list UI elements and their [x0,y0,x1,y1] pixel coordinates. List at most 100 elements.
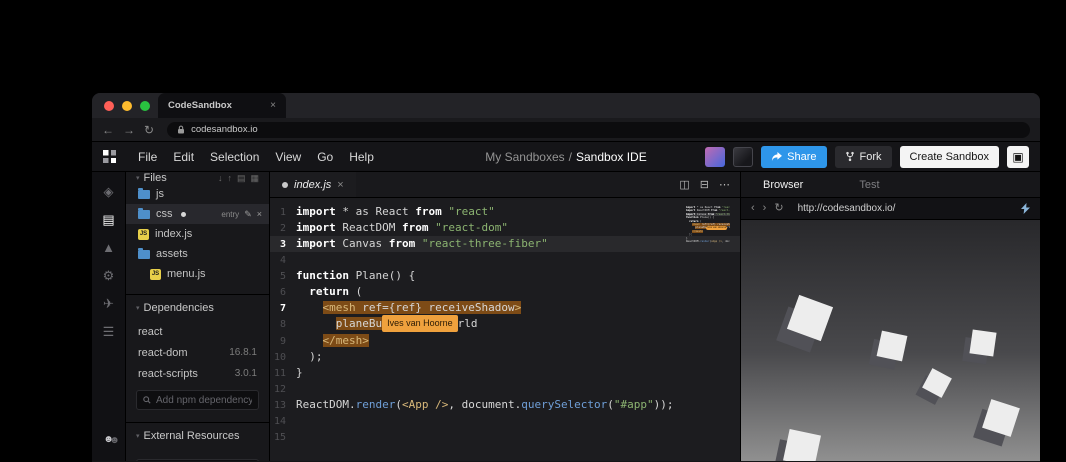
files-header[interactable]: ▾ Files ↓ ↑ ▤ ▦ [126,172,269,184]
file-explorer-icon[interactable]: ▤ [102,213,114,226]
line-number: 15 [273,432,286,443]
edit-icon[interactable]: ✎ [244,209,252,219]
preview-layout-icon[interactable]: ⊟ [700,178,709,191]
menu-item-help[interactable]: Help [349,150,374,164]
menu-item-edit[interactable]: Edit [173,150,194,164]
live-users-icon[interactable]: ☻ [103,435,114,445]
tree-file-menu-js[interactable]: JS menu.js [126,264,269,284]
activity-bar: ◈ ▤ ▲ ⚙ ✈ ☰ ☻ [92,172,126,461]
chevron-down-icon: ▾ [136,175,140,182]
scene-cube [915,367,953,405]
code-token: "#app" [613,398,654,411]
dependency-list: react react-dom 16.8.1 react-scripts 3.0.1 [126,321,269,384]
code-token: document. [461,398,522,411]
editor-tab-close-icon[interactable]: × [337,179,343,191]
browser-tab[interactable]: CodeSandbox × [158,93,286,118]
menu-item-file[interactable]: File [138,150,157,164]
preview-tab-bar: Browser Test [741,172,1040,198]
collab-cursor-label: Ives van Hoorne [382,315,458,332]
code-token: , [448,398,462,411]
menu-item-selection[interactable]: Selection [210,150,259,164]
breadcrumb-parent[interactable]: My Sandboxes [485,150,564,164]
scene-cube [868,330,907,371]
files-header-label: Files [143,172,167,184]
code-token: ref={ref} receiveShadow [355,301,515,314]
dependencies-header[interactable]: ▾ Dependencies [126,295,269,321]
server-icon[interactable]: ☰ [103,325,115,338]
chevron-down-icon: ▾ [136,433,140,440]
fork-button[interactable]: Fork [834,145,892,168]
deployment-plane-icon[interactable]: ✈ [103,297,114,310]
sort-desc-icon[interactable]: ↓ [218,173,223,183]
settings-gear-icon[interactable]: ⚙ [103,269,115,282]
new-file-icon[interactable]: ▤ [237,173,246,183]
code-token: "react" [448,205,495,218]
code-token: "react-dom" [435,221,508,234]
avatar[interactable] [705,146,726,167]
create-sandbox-button[interactable]: Create Sandbox [899,145,999,168]
new-folder-icon[interactable]: ▦ [250,173,259,183]
tree-folder-js[interactable]: js [126,184,269,204]
external-resources-section: ▾ External Resources [126,422,269,461]
editor-tab-indexjs[interactable]: index.js × [270,172,356,197]
delete-icon[interactable]: × [257,209,262,219]
dependency-row-react[interactable]: react [126,321,269,342]
preview-tab-browser[interactable]: Browser [763,179,803,191]
embed-button[interactable]: ▣ [1007,145,1029,168]
code-line: 6 return ( [270,284,740,300]
line-number: 14 [273,416,286,427]
editor-tab-bar: index.js × ◫ ⊟ ⋯ [270,172,740,198]
code-token: function [296,269,349,282]
sort-asc-icon[interactable]: ↑ [227,173,232,183]
menu-item-go[interactable]: Go [317,150,333,164]
minimize-window-button[interactable] [122,100,132,111]
share-button[interactable]: Share [761,145,827,168]
code-line: 10 ); [270,349,740,365]
forward-icon[interactable]: → [123,124,135,136]
tree-folder-css[interactable]: css entry ✎ × [126,204,269,224]
preview-forward-icon[interactable]: › [763,203,767,214]
project-info-icon[interactable]: ◈ [104,185,114,198]
external-resources-header[interactable]: ▾ External Resources [126,423,269,449]
menu-item-view[interactable]: View [275,150,301,164]
tree-row-actions: entry ✎ × [221,209,269,219]
code-token: </mesh> [322,334,369,347]
code-token: import [296,237,336,250]
preview-back-icon[interactable]: ‹ [751,203,755,214]
preview-reload-icon[interactable]: ↻ [774,203,783,214]
tab-close-icon[interactable]: × [270,100,276,111]
more-icon[interactable]: ⋯ [719,178,730,191]
files-header-icons: ↓ ↑ ▤ ▦ [218,173,259,183]
dependency-row-react-scripts[interactable]: react-scripts 3.0.1 [126,363,269,384]
add-external-resource-input[interactable] [136,459,259,461]
lightning-icon[interactable] [1021,203,1030,214]
code-token: return [309,285,349,298]
add-dependency-input[interactable] [156,394,252,406]
reload-icon[interactable]: ↻ [144,124,154,136]
close-window-button[interactable] [104,100,114,111]
tree-file-index-js[interactable]: JS index.js [126,224,269,244]
preview-url[interactable]: http://codesandbox.io/ [798,203,1013,214]
deploy-rocket-icon[interactable]: ▲ [102,241,115,254]
editor-body[interactable]: 1 import * as React from "react" 2 import R… [270,198,740,461]
chevron-down-icon: ▾ [136,305,140,312]
code-token: <App /> [401,398,449,411]
preview-viewport[interactable] [741,220,1040,461]
code-line: 1 import * as React from "react" [270,204,740,220]
lock-icon [178,125,185,134]
browser-navbar: ← → ↻ codesandbox.io [92,118,1040,142]
back-icon[interactable]: ← [102,124,114,136]
address-bar[interactable]: codesandbox.io [167,121,1030,138]
dependency-row-react-dom[interactable]: react-dom 16.8.1 [126,342,269,363]
folder-icon [138,187,150,199]
avatar[interactable] [733,146,754,167]
maximize-window-button[interactable] [140,100,150,111]
split-view-icon[interactable]: ◫ [679,178,689,191]
preview-tab-test[interactable]: Test [859,179,879,191]
tree-folder-assets[interactable]: assets [126,244,269,264]
code-area[interactable]: 1 import * as React from "react" 2 import R… [270,204,740,445]
